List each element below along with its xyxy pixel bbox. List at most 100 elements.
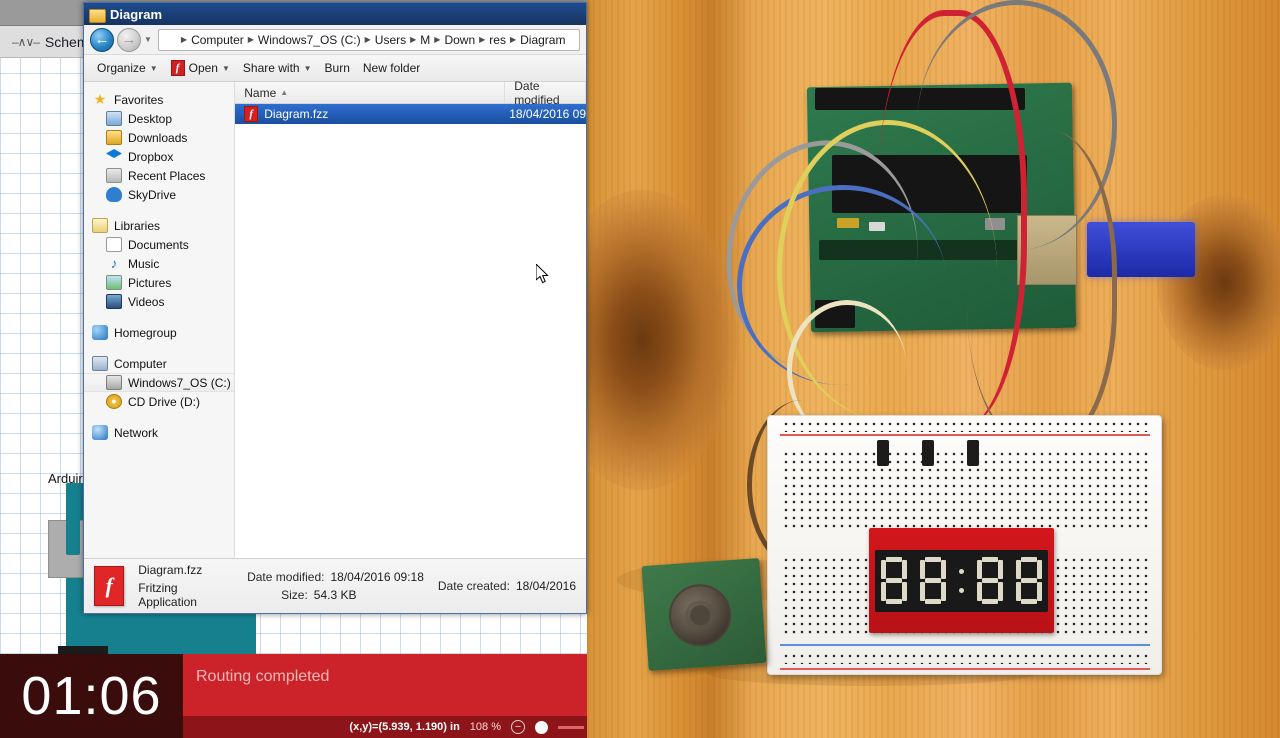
column-date-label: Date modified: [514, 78, 560, 107]
sidebar-item-music[interactable]: ♪ Music: [84, 254, 234, 273]
breadcrumb-item-0[interactable]: Computer: [191, 33, 244, 47]
sidebar-item-computer[interactable]: Computer: [84, 354, 234, 373]
jumper-header: [877, 440, 889, 466]
sidebar-item-desktop[interactable]: Desktop: [84, 109, 234, 128]
sidebar-item-documents[interactable]: Documents: [84, 235, 234, 254]
ultrasonic-sensor-module: [641, 558, 767, 671]
back-arrow-icon[interactable]: ←: [90, 27, 114, 52]
chevron-down-icon[interactable]: ▼: [144, 35, 152, 44]
breadcrumb-item-6[interactable]: Diagram: [520, 33, 565, 47]
timer-display: 01:06: [0, 654, 183, 738]
breadcrumb[interactable]: ▶ Computer ▶ Windows7_OS (C:) ▶ Users ▶ …: [157, 28, 580, 51]
column-header-row: Name ▲ Date modified: [235, 79, 586, 107]
mouse-cursor: [536, 264, 549, 284]
breadcrumb-separator[interactable]: ▶: [432, 35, 442, 44]
details-date-modified-value: 18/04/2016 09:18: [330, 570, 424, 584]
breadcrumb-separator[interactable]: ▶: [408, 35, 418, 44]
sidebar-item-libraries[interactable]: Libraries: [84, 216, 234, 235]
dropbox-icon: [106, 149, 122, 158]
hard-drive-icon: [106, 375, 122, 390]
details-date-created-label: Date created:: [437, 579, 510, 593]
breadcrumb-separator[interactable]: ▶: [508, 35, 518, 44]
sidebar-item-windows7-os[interactable]: Windows7_OS (C:): [84, 373, 235, 392]
sidebar-label: CD Drive (D:): [128, 394, 200, 409]
pictures-icon: [106, 275, 122, 290]
breadcrumb-separator[interactable]: ▶: [477, 35, 487, 44]
breadcrumb-item-1[interactable]: Windows7_OS (C:): [258, 33, 361, 47]
sidebar-item-recent-places[interactable]: Recent Places: [84, 166, 234, 185]
file-list-pane[interactable]: Name ▲ Date modified f Diagram.fzz 18/04…: [235, 79, 586, 560]
sidebar-label: SkyDrive: [128, 187, 177, 202]
sidebar-item-dropbox[interactable]: Dropbox: [84, 147, 234, 166]
sidebar-item-homegroup[interactable]: Homegroup: [84, 323, 234, 342]
sidebar-label: Videos: [128, 294, 165, 309]
sidebar-item-videos[interactable]: Videos: [84, 292, 234, 311]
wire-brown: [967, 130, 1117, 450]
details-created-block: Date created: 18/04/2016: [438, 579, 576, 593]
sidebar-item-favorites[interactable]: ★ Favorites: [84, 90, 234, 109]
sidebar-item-skydrive[interactable]: SkyDrive: [84, 185, 234, 204]
column-header-name[interactable]: Name ▲: [235, 82, 506, 103]
breadcrumb-item-4[interactable]: Down: [444, 33, 475, 47]
burn-button[interactable]: Burn: [320, 59, 355, 77]
music-icon: ♪: [110, 255, 118, 271]
window-title-bar[interactable]: Diagram: [84, 3, 586, 25]
new-folder-button[interactable]: New folder: [358, 59, 425, 77]
breadcrumb-separator[interactable]: ▶: [179, 35, 189, 44]
sidebar-item-downloads[interactable]: Downloads: [84, 128, 234, 147]
breadboard-rail-holes-bottom: [782, 652, 1148, 664]
chevron-down-icon: ▼: [303, 63, 312, 73]
details-date-modified-label: Date modified:: [247, 570, 325, 584]
details-file-name: Diagram.fzz: [138, 563, 203, 577]
breadcrumb-item-5[interactable]: res: [489, 33, 506, 47]
forward-arrow-icon[interactable]: →: [117, 27, 141, 52]
sidebar-label: Computer: [114, 356, 167, 371]
navigation-bar: ← → ▼ ▶ Computer ▶ Windows7_OS (C:) ▶ Us…: [84, 25, 586, 55]
sidebar-item-pictures[interactable]: Pictures: [84, 273, 234, 292]
folder-icon: [163, 34, 177, 46]
file-date-cell: 18/04/2016 09: [509, 107, 586, 121]
fritzing-file-icon: f: [94, 566, 125, 606]
homegroup-icon: [92, 325, 108, 340]
videos-icon: [106, 294, 122, 309]
jumper-header: [967, 440, 979, 466]
table-row[interactable]: f Diagram.fzz 18/04/2016 09: [235, 104, 586, 124]
fritzing-icon: f: [170, 60, 185, 76]
breadcrumb-separator[interactable]: ▶: [363, 35, 373, 44]
fritzing-file-icon: f: [244, 106, 259, 122]
zoom-out-icon[interactable]: −: [511, 720, 525, 734]
sensor-transducer: [666, 582, 734, 649]
zoom-slider-handle[interactable]: [535, 720, 548, 734]
sidebar-item-cd-drive[interactable]: CD Drive (D:): [84, 392, 234, 411]
sidebar-label: Windows7_OS (C:): [128, 375, 231, 390]
organize-label: Organize: [97, 61, 146, 75]
details-name-block: Diagram.fzz Fritzing Application: [138, 563, 233, 609]
breadcrumb-separator[interactable]: ▶: [246, 35, 256, 44]
arduino-edge-graphic: [66, 483, 80, 555]
breadcrumb-item-3[interactable]: M: [420, 33, 430, 47]
explorer-body: ★ Favorites Desktop Downloads Dropbox Re…: [84, 79, 586, 560]
share-with-button[interactable]: Share with ▼: [238, 59, 317, 77]
wood-knot: [587, 190, 737, 490]
timer-value: 01:06: [21, 666, 162, 726]
file-name-cell[interactable]: f Diagram.fzz: [235, 106, 505, 122]
power-rail-negative: [780, 644, 1150, 646]
breadcrumb-item-2[interactable]: Users: [375, 33, 406, 47]
column-header-date-modified[interactable]: Date modified: [505, 79, 586, 107]
organize-button[interactable]: Organize ▼: [92, 59, 163, 77]
new-folder-label: New folder: [362, 61, 421, 75]
computer-icon: [92, 356, 108, 371]
seven-segment-display: [875, 550, 1048, 612]
star-icon: ★: [93, 91, 107, 107]
fritzing-status-line: (x,y)=(5.939, 1.190) in 108 % −: [183, 716, 590, 738]
open-button[interactable]: f Open ▼: [166, 58, 235, 78]
zoom-slider-track[interactable]: [558, 725, 584, 729]
details-date-created-value: 18/04/2016: [515, 579, 576, 593]
sidebar-item-network[interactable]: Network: [84, 423, 234, 442]
navigation-pane[interactable]: ★ Favorites Desktop Downloads Dropbox Re…: [84, 82, 236, 560]
windows-explorer-window[interactable]: Diagram ← → ▼ ▶ Computer ▶ Windows7_OS (…: [83, 2, 587, 614]
seven-segment-module: [869, 528, 1054, 633]
